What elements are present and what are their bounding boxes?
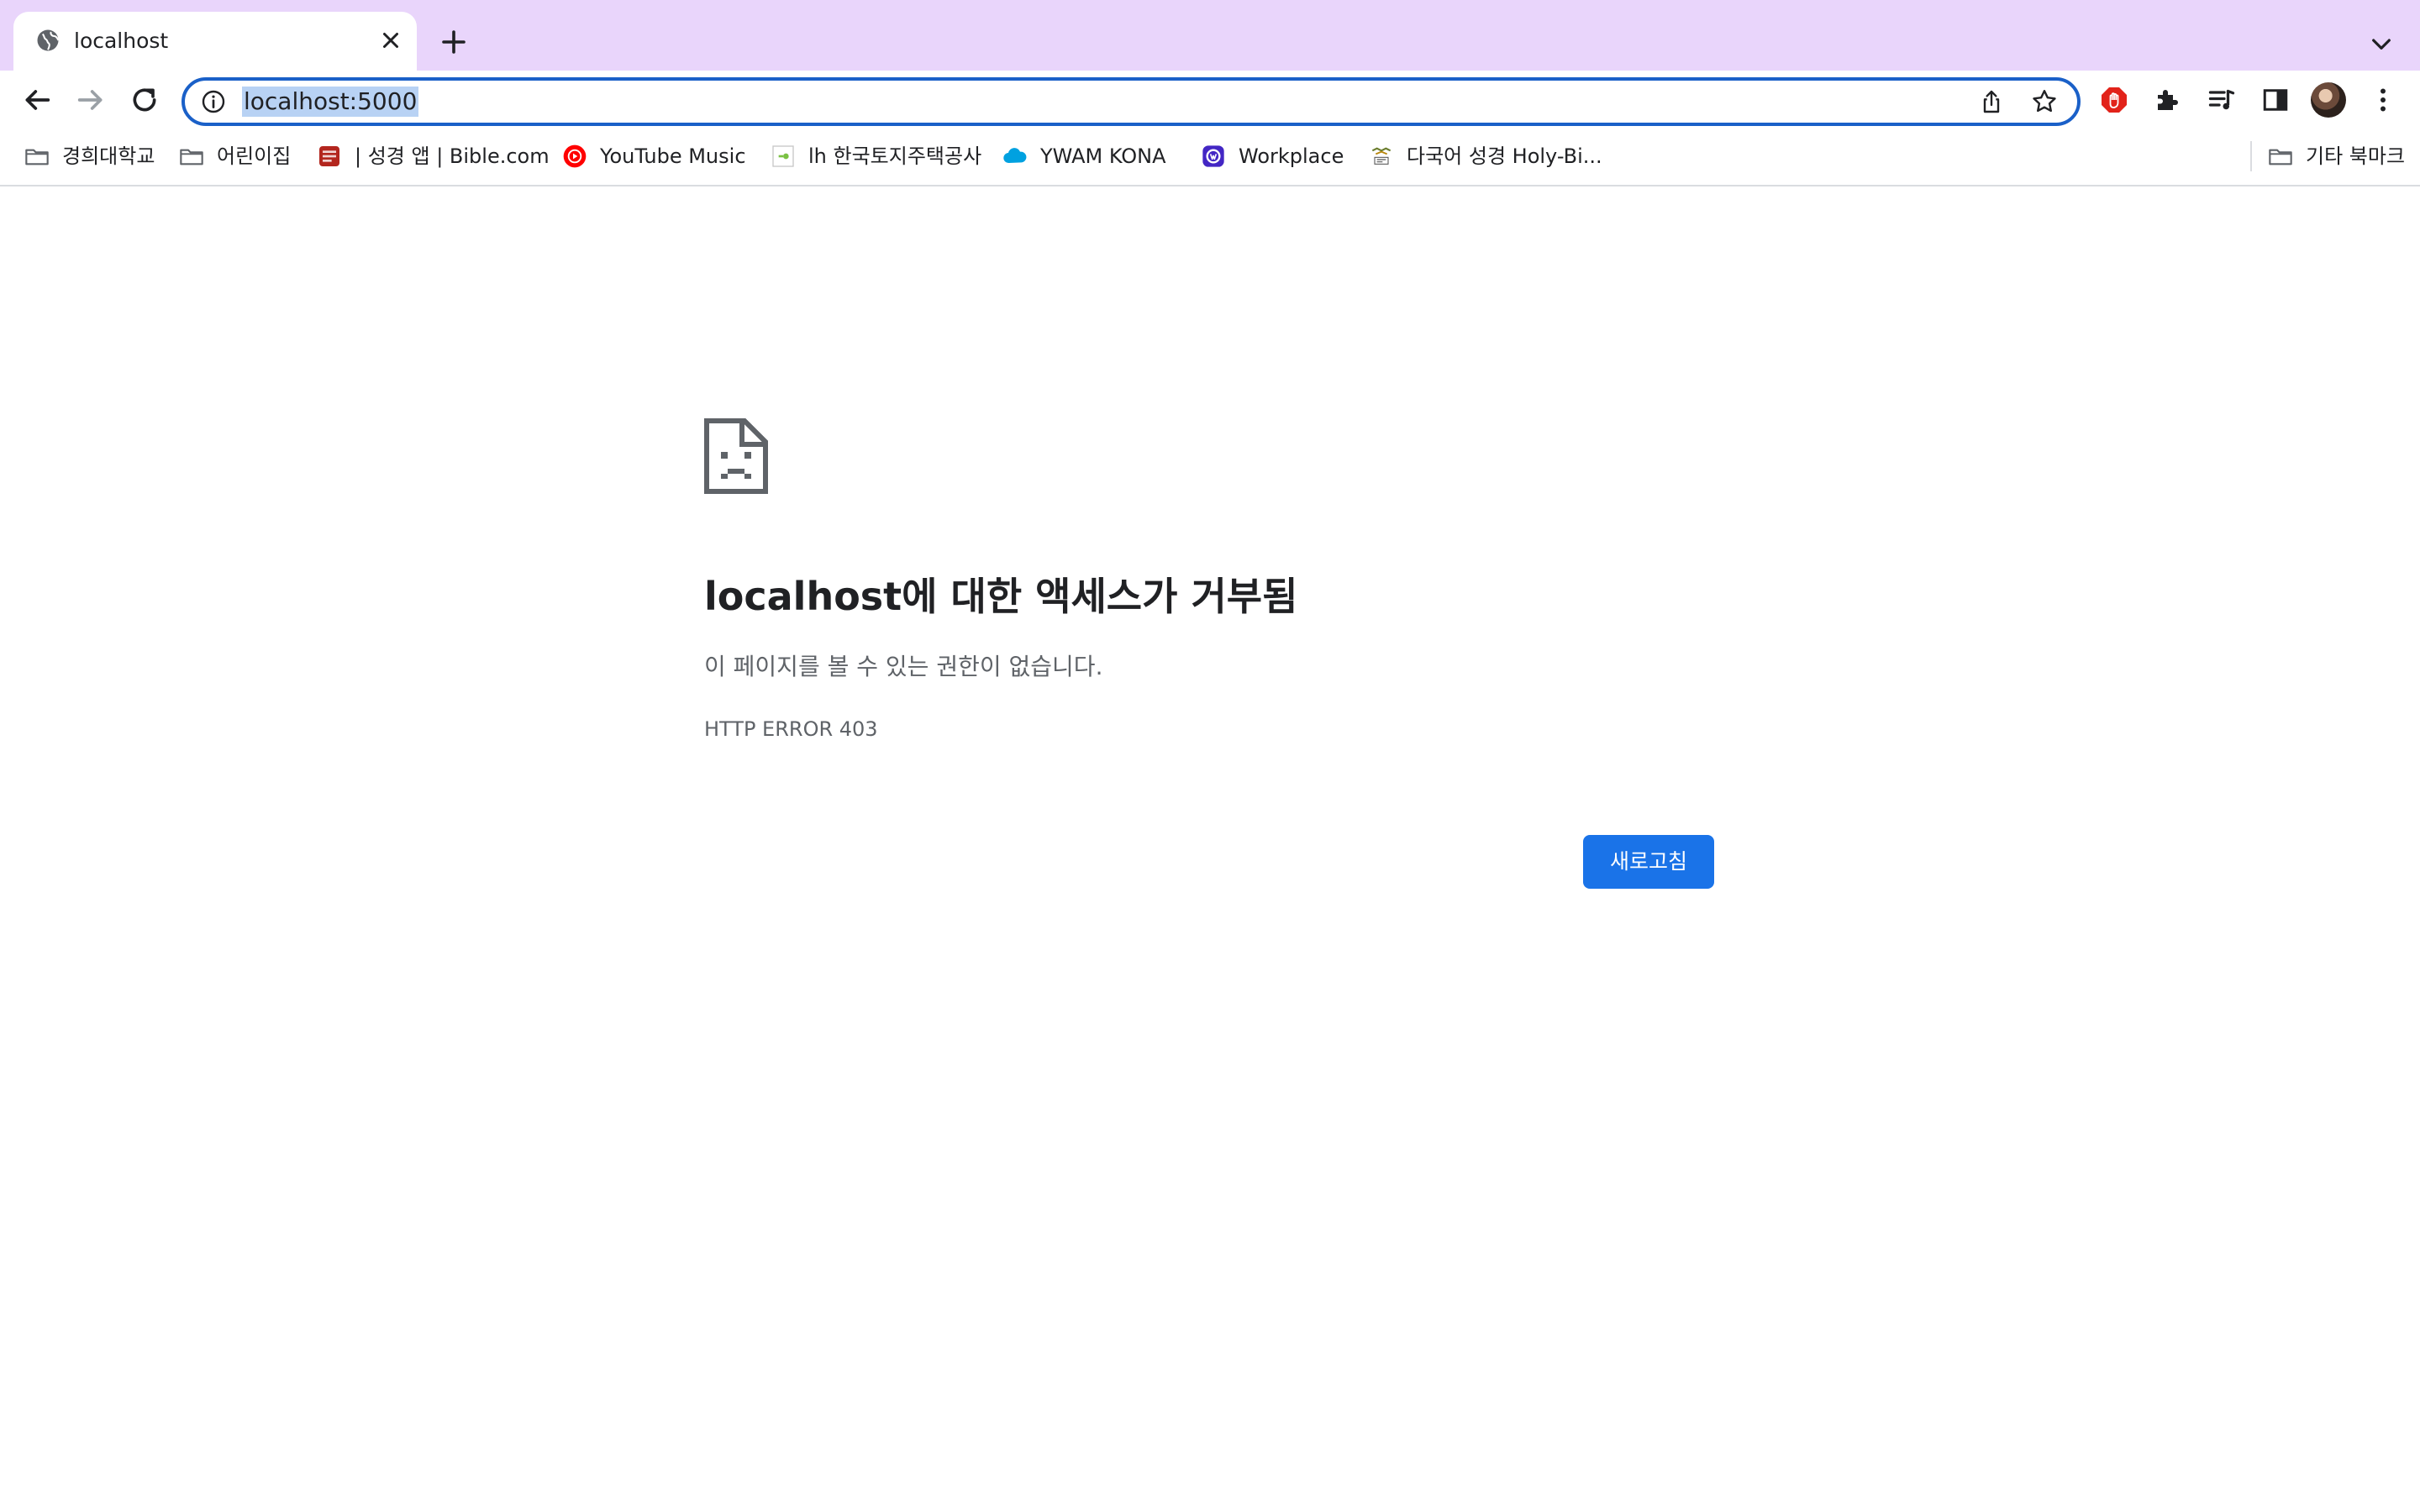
toolbar: localhost:5000 — [0, 71, 2420, 129]
new-tab-icon[interactable] — [439, 27, 469, 57]
holy-bible-icon — [1371, 147, 1392, 165]
bookmarks-separator — [2250, 141, 2252, 171]
bookmark-youtube-music[interactable]: YouTube Music — [561, 141, 746, 171]
back-arrow-icon[interactable] — [20, 83, 54, 117]
extensions-puzzle-icon[interactable] — [2153, 85, 2183, 115]
error-title: localhost에 대한 액세스가 거부됨 — [704, 574, 1298, 619]
tab-strip: localhost — [0, 0, 2420, 71]
bookmark-star-icon[interactable] — [2030, 87, 2059, 116]
folder-icon — [2269, 149, 2292, 165]
close-tab-icon[interactable] — [378, 28, 403, 53]
tab-title: localhost — [74, 29, 169, 53]
folder-icon — [180, 149, 203, 165]
cloud-icon — [1003, 148, 1027, 164]
bookmark-folder-other[interactable]: 기타 북마크 — [2267, 141, 2405, 171]
bookmarks-bar: 경희대학교 어린이집 | 성경 앱 | Bible.com YouTube Mu… — [0, 129, 2420, 186]
youtube-music-icon — [563, 144, 587, 168]
reload-button[interactable]: 새로고침 — [1583, 835, 1714, 889]
folder-icon — [25, 149, 49, 165]
bookmark-ywam-kona[interactable]: YWAM KONA — [1002, 141, 1166, 171]
side-panel-icon[interactable] — [2260, 85, 2291, 115]
lh-icon — [772, 145, 794, 167]
url-text[interactable]: localhost:5000 — [242, 87, 419, 117]
bookmark-folder-daycare[interactable]: 어린이집 — [178, 141, 291, 171]
more-menu-icon[interactable] — [2368, 85, 2398, 115]
error-code: HTTP ERROR 403 — [704, 717, 878, 741]
error-message: 이 페이지를 볼 수 있는 권한이 없습니다. — [704, 653, 1103, 680]
adblock-extension-icon[interactable] — [2099, 85, 2129, 115]
bookmark-workplace[interactable]: Workplace — [1200, 141, 1344, 171]
bible-app-icon — [319, 146, 339, 166]
profile-avatar[interactable] — [2311, 82, 2346, 118]
bookmark-holy-bible[interactable]: 다국어 성경 Holy-Bi... — [1368, 141, 1602, 171]
globe-icon — [37, 29, 60, 51]
reload-icon[interactable] — [128, 83, 161, 117]
sad-document-icon — [704, 418, 768, 494]
tab-localhost[interactable]: localhost — [13, 12, 417, 71]
address-bar[interactable]: localhost:5000 — [182, 77, 2081, 126]
forward-arrow-icon[interactable] — [74, 83, 108, 117]
bookmark-folder-kyunghee[interactable]: 경희대학교 — [24, 141, 155, 171]
chevron-down-icon[interactable] — [2368, 30, 2395, 57]
bookmark-bible-com[interactable]: | 성경 앱 | Bible.com — [316, 141, 550, 171]
share-icon[interactable] — [1978, 88, 2005, 115]
bookmark-lh[interactable]: lh 한국토지주택공사 — [770, 141, 981, 171]
workplace-icon — [1202, 145, 1224, 167]
media-queue-icon[interactable] — [2207, 85, 2237, 115]
info-icon[interactable] — [200, 88, 227, 115]
